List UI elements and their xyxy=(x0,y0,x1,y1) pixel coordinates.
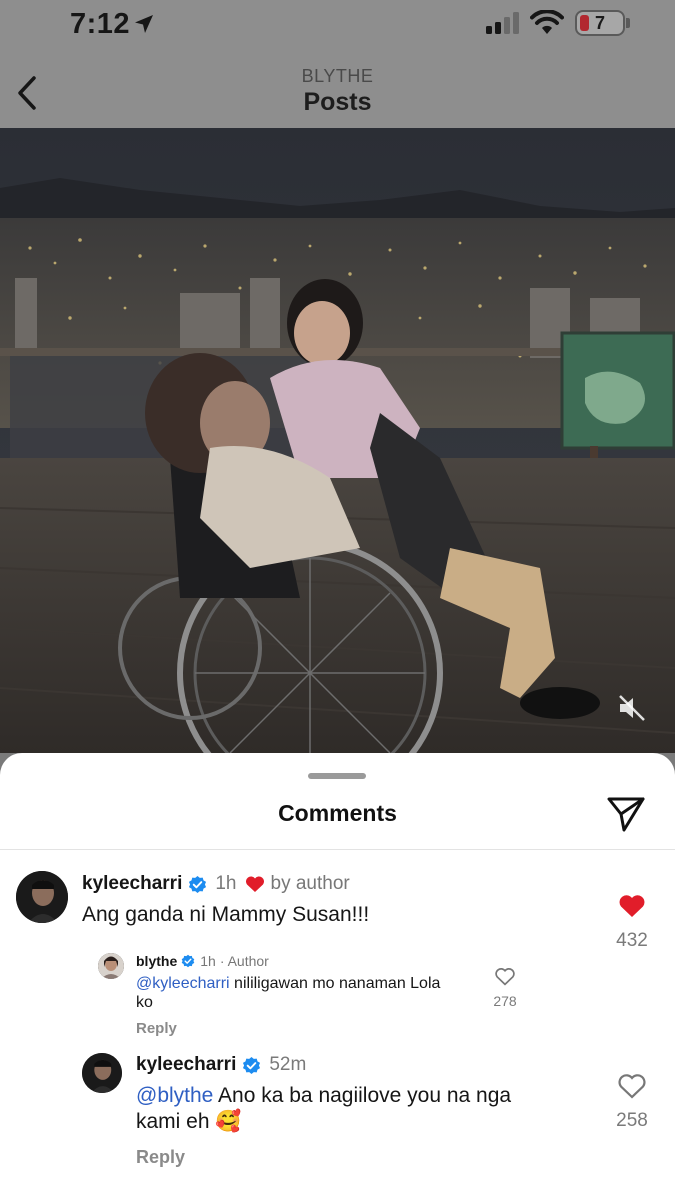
heart-outline-icon[interactable] xyxy=(495,967,515,986)
status-time: 7:12 xyxy=(70,8,131,40)
cellular-signal-icon xyxy=(486,12,519,34)
reply-mention[interactable]: @blythe xyxy=(136,1084,213,1107)
battery-indicator: 7 xyxy=(575,10,625,36)
avatar-kyleecharri[interactable] xyxy=(82,1053,122,1093)
sheet-grabber[interactable] xyxy=(308,773,366,779)
liked-by-author-label: by author xyxy=(270,873,350,894)
verified-badge-icon xyxy=(243,1056,261,1074)
wifi-icon xyxy=(530,10,564,34)
mute-icon[interactable] xyxy=(616,692,648,724)
reply-text-line1: nililigawan mo nanaman Lola xyxy=(229,975,441,992)
comment-header: kyleecharri 1h by author xyxy=(82,873,350,895)
status-bar: 7:12 7 xyxy=(0,0,675,50)
sheet-divider xyxy=(0,849,675,850)
reply-like[interactable]: 258 xyxy=(606,1073,658,1132)
reply-time: 1h xyxy=(200,953,216,969)
reply-text-line2: ko xyxy=(136,994,153,1011)
reply-like-count: 278 xyxy=(493,993,517,1009)
location-arrow-icon xyxy=(135,15,153,33)
reply-username[interactable]: blythe xyxy=(136,953,177,969)
reply-text: @kyleecharri nililigawan mo nanaman Lola… xyxy=(136,974,476,1012)
reply-header: blythe 1h · Author xyxy=(136,953,269,969)
author-tag: · Author xyxy=(219,953,269,969)
reply-button[interactable]: Reply xyxy=(136,1020,177,1037)
page-title: Posts xyxy=(303,88,372,116)
reply-mention[interactable]: @kyleecharri xyxy=(136,975,230,992)
verified-badge-icon xyxy=(181,954,195,968)
reply-username[interactable]: kyleecharri xyxy=(136,1054,236,1076)
heart-outline-icon[interactable] xyxy=(618,1073,646,1099)
battery-tip xyxy=(626,18,630,28)
reply-like[interactable]: 278 xyxy=(486,967,524,1009)
comment-time: 1h xyxy=(215,873,237,894)
comment-like[interactable]: 432 xyxy=(606,893,658,952)
share-send-icon[interactable] xyxy=(606,795,646,833)
heart-filled-icon[interactable] xyxy=(618,893,646,919)
reply-text: @blythe Ano ka ba nagiilove you na nga k… xyxy=(136,1083,576,1135)
top-bar: 7:12 7 BLYTHE Posts xyxy=(0,0,675,128)
post-photo[interactable] xyxy=(0,128,675,753)
comment-username[interactable]: kyleecharri xyxy=(82,873,182,895)
reply-like-count: 258 xyxy=(616,1110,648,1131)
night-city-photo xyxy=(0,128,675,753)
comments-sheet: Comments kyleecharri 1h by author Ang ga… xyxy=(0,753,675,1200)
avatar-blythe[interactable] xyxy=(98,953,124,979)
battery-percent: 7 xyxy=(594,13,605,33)
liked-by-author-heart-icon xyxy=(245,876,264,892)
reply-time: 52m xyxy=(269,1054,307,1075)
avatar-kyleecharri[interactable] xyxy=(16,871,68,923)
reply-header: kyleecharri 52m xyxy=(136,1054,314,1076)
like-count: 432 xyxy=(616,930,648,951)
reply-button[interactable]: Reply xyxy=(136,1147,185,1168)
reply-text-line1: Ano ka ba nagiilove you na nga xyxy=(213,1084,512,1107)
profile-name: BLYTHE xyxy=(301,66,374,86)
comment-text: Ang ganda ni Mammy Susan!!! xyxy=(82,903,370,926)
verified-badge-icon xyxy=(189,875,207,893)
reply-text-line2: kami eh 🥰 xyxy=(136,1110,242,1133)
comments-title: Comments xyxy=(278,800,397,826)
